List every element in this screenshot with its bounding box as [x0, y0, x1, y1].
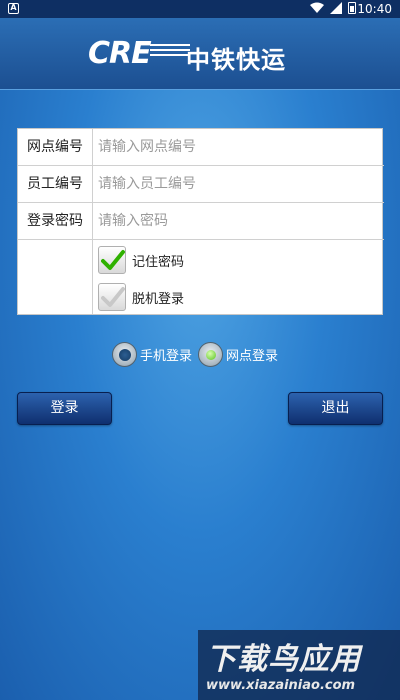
battery-icon: [348, 2, 356, 14]
checkmark-inactive-icon: [101, 287, 125, 307]
signal-icon: [330, 2, 342, 14]
outlet-id-row: 网点编号 请输入网点编号: [18, 129, 384, 166]
logo-stripes: [150, 44, 190, 64]
remember-password-option[interactable]: 记住密码: [98, 245, 184, 275]
checkmark-icon: [101, 250, 125, 270]
password-input[interactable]: 请输入密码: [94, 203, 382, 240]
outlet-id-label: 网点编号: [18, 129, 93, 166]
radio-selected-icon: [206, 349, 217, 360]
cre-logo: CRE 中铁快运: [88, 34, 318, 74]
phone-login-radio[interactable]: [112, 341, 137, 367]
offline-login-label: 脱机登录: [132, 291, 185, 307]
outlet-login-radio[interactable]: [198, 341, 224, 367]
employee-id-input[interactable]: 请输入员工编号: [94, 166, 382, 203]
password-label: 登录密码: [18, 203, 93, 240]
offline-login-checkbox[interactable]: [98, 283, 126, 311]
status-time: 10:40: [357, 2, 392, 16]
remember-password-label: 记住密码: [132, 254, 185, 270]
offline-login-option[interactable]: 脱机登录: [98, 282, 184, 312]
logo-chinese: 中铁快运: [186, 46, 286, 74]
logo-latin: CRE: [88, 36, 152, 71]
watermark-url: www.xiazainiao.com: [206, 678, 356, 693]
password-row: 登录密码 请输入密码: [18, 203, 384, 240]
employee-id-label: 员工编号: [18, 166, 93, 203]
watermark: 下载鸟应用 www.xiazainiao.com: [198, 630, 400, 700]
app-header: CRE 中铁快运: [0, 18, 400, 90]
exit-button[interactable]: 退出: [288, 392, 383, 425]
remember-password-checkbox[interactable]: [98, 246, 126, 274]
outlet-id-input[interactable]: 请输入网点编号: [94, 129, 382, 166]
status-bar: A 10:40: [0, 0, 400, 18]
options-spacer: [18, 240, 93, 314]
login-button[interactable]: 登录: [17, 392, 112, 425]
employee-id-row: 员工编号 请输入员工编号: [18, 166, 384, 203]
watermark-title: 下载鸟应用: [206, 642, 361, 677]
radio-unselected-icon: [119, 348, 131, 361]
wifi-icon: [310, 2, 324, 13]
outlet-login-label[interactable]: 网点登录: [226, 345, 278, 364]
login-form: 网点编号 请输入网点编号 员工编号 请输入员工编号 登录密码 请输入密码 记住密…: [17, 128, 384, 315]
app-indicator-icon: A: [8, 3, 19, 14]
login-mode-group: 手机登录 网点登录: [112, 340, 284, 368]
phone-login-label[interactable]: 手机登录: [140, 345, 192, 364]
